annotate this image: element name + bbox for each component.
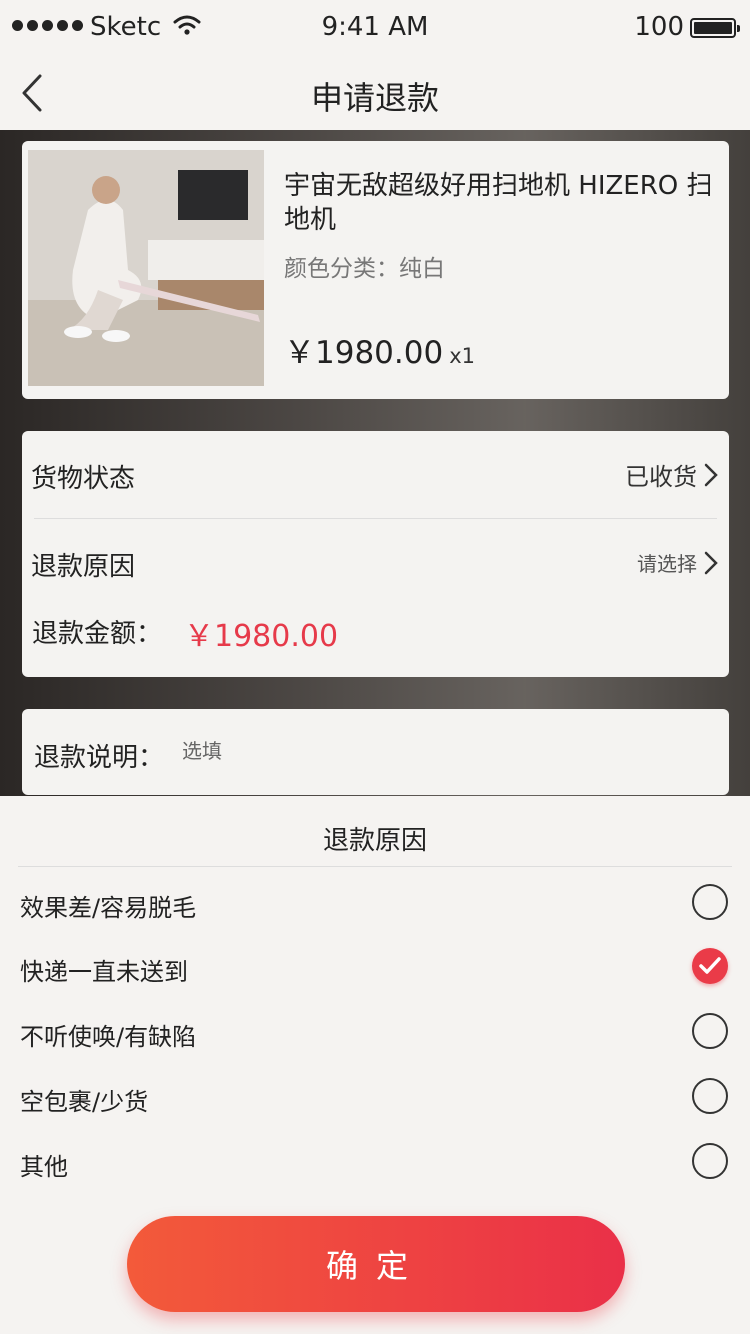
- reason-option-label: 不听使唤/有缺陷: [20, 1023, 197, 1051]
- chevron-right-icon: [704, 463, 718, 486]
- radio-unchecked-icon[interactable]: [692, 1013, 728, 1049]
- goods-status-value: 已收货: [625, 463, 697, 491]
- reason-option-label: 效果差/容易脱毛: [20, 894, 197, 922]
- refund-amount-value: ￥1980.00: [184, 619, 339, 654]
- product-price-row: ￥1980.00 x1: [284, 327, 475, 372]
- chevron-right-icon: [704, 551, 718, 574]
- product-price: ￥1980.00: [284, 335, 444, 371]
- refund-info-card: 货物状态 已收货 退款原因 请选择 退款金额： ￥1980.00: [22, 431, 729, 677]
- reason-option[interactable]: 不听使唤/有缺陷: [0, 1007, 750, 1067]
- refund-reason-selector[interactable]: 请选择: [637, 548, 719, 577]
- reason-option[interactable]: 空包裹/少货: [0, 1072, 750, 1132]
- product-name: 宇宙无敌超级好用扫地机 HIZERO 扫地机: [284, 171, 713, 235]
- goods-status-selector[interactable]: 已收货: [625, 457, 719, 492]
- radio-unchecked-icon[interactable]: [692, 884, 728, 920]
- confirm-button[interactable]: 确定: [127, 1216, 625, 1312]
- sheet-title: 退款原因: [322, 826, 427, 856]
- refund-note-label: 退款说明：: [34, 743, 165, 773]
- radio-checked-icon[interactable]: [692, 948, 728, 984]
- refund-amount-label: 退款金额：: [32, 619, 163, 649]
- reason-option[interactable]: 效果差/容易脱毛: [0, 878, 750, 938]
- variant-label: 颜色分类：: [284, 256, 399, 282]
- refund-note-card: 退款说明：: [22, 709, 729, 795]
- status-bar: Sketc 9:41 AM 100: [0, 0, 750, 56]
- radio-unchecked-icon[interactable]: [692, 1143, 728, 1179]
- divider: [18, 866, 732, 867]
- reason-option-label: 其他: [20, 1153, 68, 1181]
- reason-option[interactable]: 其他: [0, 1137, 750, 1197]
- reason-option[interactable]: 快递一直未送到: [0, 942, 750, 1002]
- reason-option-label: 空包裹/少货: [20, 1088, 149, 1116]
- battery-percent: 100: [634, 12, 684, 42]
- product-card: 宇宙无敌超级好用扫地机 HIZERO 扫地机 颜色分类：纯白 ￥1980.00 x…: [22, 141, 729, 399]
- radio-unchecked-icon[interactable]: [692, 1078, 728, 1114]
- goods-status-label: 货物状态: [31, 464, 136, 494]
- product-quantity: x1: [449, 344, 475, 368]
- product-variant: 颜色分类：纯白: [284, 249, 445, 283]
- page-title: 申请退款: [310, 79, 439, 117]
- variant-value: 纯白: [399, 256, 445, 282]
- battery-icon: [690, 18, 740, 38]
- product-image: [28, 150, 264, 386]
- reason-option-label: 快递一直未送到: [20, 958, 188, 986]
- refund-reason-value: 请选择: [637, 552, 697, 576]
- top-bar: Sketc 9:41 AM 100 申请退款: [0, 0, 750, 130]
- divider: [34, 518, 717, 519]
- refund-reason-label: 退款原因: [31, 552, 136, 582]
- refund-note-input[interactable]: [182, 731, 702, 771]
